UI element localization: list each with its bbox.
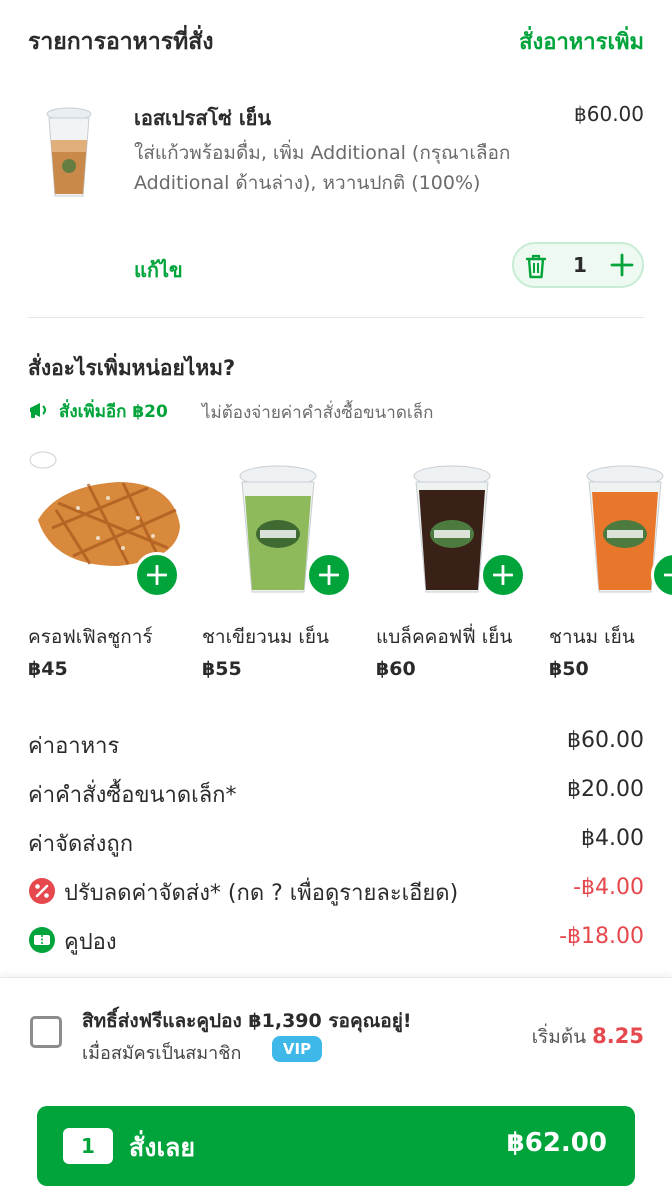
delivery-discount-row[interactable]: ปรับลดค่าจัดส่ง* (กด ? เพื่อดูรายละเอียด… [28,873,644,909]
discount-percent-icon [29,878,55,904]
product-price: ฿50 [549,658,589,680]
cart-item-price: ฿60.00 [574,102,644,126]
food-cost-label: ค่าอาหาร [28,734,120,759]
coupon-value: -฿18.00 [559,924,644,949]
plus-icon[interactable] [610,253,634,277]
header: รายการอาหารที่สั่ง สั่งอาหารเพิ่ม [0,0,672,82]
plus-icon [664,573,672,577]
add-more-food-link[interactable]: สั่งอาหารเพิ่ม [519,24,644,59]
delivery-fee-label: ค่าจัดส่งถูก [28,832,134,857]
plus-icon [147,565,167,585]
product-card[interactable]: ชาเขียวนม เย็น ฿55 [202,448,372,688]
start-price-value: 8.25 [592,1024,644,1048]
product-card[interactable]: ชานม เย็น ฿50 [549,448,672,688]
megaphone-icon [30,403,46,418]
product-card[interactable]: แบล็คคอฟฟี่ เย็น ฿60 [376,448,546,688]
bottom-checkout-panel: สิทธิ์ส่งฟรีและคูปอง ฿1,390 รอคุณอยู่! เ… [0,977,672,1200]
order-item-count: 1 [63,1128,113,1164]
product-price: ฿60 [376,658,416,680]
coupon-label: คูปอง [64,930,117,955]
delivery-discount-value: -฿4.00 [573,875,644,900]
small-order-fee-value: ฿20.00 [567,777,644,802]
small-order-fee-label: ค่าคำสั่งซื้อขนาดเล็ก* [28,783,237,808]
add-product-button[interactable] [306,552,352,598]
product-card[interactable]: ครอฟเฟิลชูการ์ ฿45 [28,448,198,688]
membership-title: สิทธิ์ส่งฟรีและคูปอง ฿1,390 รอคุณอยู่! [82,1010,412,1032]
coupon-ticket-icon [29,927,55,953]
product-name: ชาเขียวนม เย็น [202,626,330,648]
upsell-title: สั่งอะไรเพิ่มหน่อยไหม? [28,356,236,380]
cart-item: เอสเปรสโซ่ เย็น ฿60.00 ใส่แก้วพร้อมดื่ม,… [0,82,672,318]
delivery-fee-value: ฿4.00 [581,826,644,851]
small-order-fee-row: ค่าคำสั่งซื้อขนาดเล็ก* ฿20.00 [28,775,644,811]
plus-icon [319,565,339,585]
order-now-button[interactable]: 1 สั่งเลย ฿62.00 [37,1106,635,1186]
membership-checkbox[interactable] [30,1016,62,1048]
edit-item-link[interactable]: แก้ไข [134,254,183,286]
vip-badge: VIP [272,1036,322,1062]
promo-text: ไม่ต้องจ่ายค่าคำสั่งซื้อขนาดเล็ก [202,403,434,423]
product-name: ครอฟเฟิลชูการ์ [28,626,153,648]
promo-highlight: สั่งเพิ่มอีก ฿20 [59,402,168,422]
plus-icon [493,565,513,585]
delivery-fee-row: ค่าจัดส่งถูก ฿4.00 [28,824,644,860]
product-price: ฿45 [28,658,68,680]
quantity-stepper: 1 [512,242,644,288]
delivery-discount-label: ปรับลดค่าจัดส่ง* (กด ? เพื่อดูรายละเอียด… [64,881,459,906]
product-name: แบล็คคอฟฟี่ เย็น [376,626,513,648]
page-title: รายการอาหารที่สั่ง [28,29,214,55]
add-product-button[interactable] [134,552,180,598]
product-name: ชานม เย็น [549,626,635,648]
membership-subtitle: เมื่อสมัครเป็นสมาชิก [82,1043,242,1064]
order-total: ฿62.00 [506,1128,607,1158]
divider [28,317,644,318]
food-cost-value: ฿60.00 [567,728,644,753]
add-product-button[interactable] [480,552,526,598]
order-now-label: สั่งเลย [129,1133,195,1162]
cart-item-options: ใส่แก้วพร้อมดื่ม, เพิ่ม Additional (กรุณ… [134,142,511,194]
trash-icon[interactable] [524,253,548,279]
membership-start-price: เริ่มต้น 8.25 [532,1022,644,1052]
cart-item-name: เอสเปรสโซ่ เย็น [134,106,272,130]
coupon-row[interactable]: คูปอง -฿18.00 [28,922,644,958]
quantity-value: 1 [573,253,587,277]
iced-espresso-thumbnail [46,107,92,197]
product-price: ฿55 [202,658,242,680]
start-label: เริ่มต้น [531,1026,587,1048]
food-cost-row: ค่าอาหาร ฿60.00 [28,726,644,762]
